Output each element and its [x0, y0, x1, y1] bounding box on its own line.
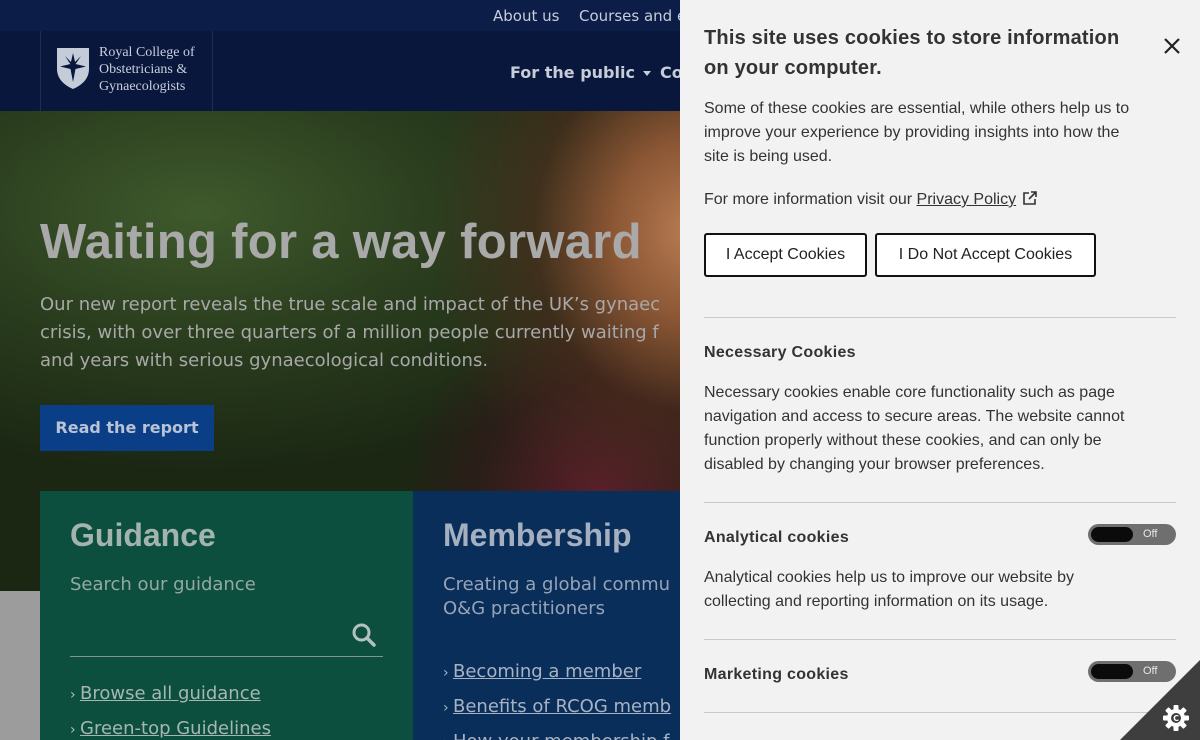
divider [704, 639, 1176, 640]
guidance-subtitle: Search our guidance [70, 574, 256, 595]
logo-line: Gynaecologists [99, 79, 186, 94]
nav-for-the-public[interactable]: For the public [510, 63, 651, 82]
hero-text-line: Our new report reveals the true scale an… [40, 294, 661, 315]
rcog-logo[interactable]: Royal College of Obstetricians & Gynaeco… [40, 31, 213, 111]
divider [704, 317, 1176, 318]
necessary-cookies-text: Necessary cookies enable core functional… [704, 381, 1174, 477]
intro-line: site is being used. [704, 148, 833, 165]
section-line: navigation and access to secure areas. T… [704, 408, 1125, 425]
hero-text: Our new report reveals the true scale an… [40, 291, 740, 375]
section-line: function properly without these cookies,… [704, 432, 1102, 449]
chevron-right-icon: › [70, 687, 76, 703]
toggle-knob [1091, 527, 1133, 542]
necessary-cookies-title: Necessary Cookies [704, 344, 856, 361]
chevron-right-icon: › [443, 726, 453, 740]
browse-all-guidance-link[interactable]: Browse all guidance [80, 683, 261, 704]
toggle-state-label: Off [1143, 528, 1158, 540]
benefits-link[interactable]: Benefits of RCOG memb [453, 696, 671, 717]
decline-cookies-button[interactable]: I Do Not Accept Cookies [875, 233, 1096, 277]
guidance-card: Guidance Search our guidance › Browse all… [40, 491, 413, 740]
guidance-search-input[interactable] [70, 656, 383, 657]
section-line: Analytical cookies help us to improve ou… [704, 569, 1074, 586]
divider [704, 502, 1176, 503]
accept-cookies-button[interactable]: I Accept Cookies [704, 233, 867, 277]
nav-label: For the public [510, 63, 635, 82]
section-line: collecting and reporting information on … [704, 593, 1049, 610]
list-item[interactable]: › Benefits of RCOG memb [443, 690, 671, 725]
caret-down-icon [642, 71, 651, 76]
hero-text-line: crisis, with over three quarters of a mi… [40, 322, 659, 343]
list-item[interactable]: ›How your membership f [443, 725, 671, 740]
gear-icon: C [1163, 705, 1189, 731]
logo-line: Obstetricians & [99, 62, 188, 77]
analytical-cookies-title: Analytical cookies [704, 529, 850, 546]
analytical-cookies-toggle[interactable]: Off [1088, 524, 1176, 545]
external-link-icon [1023, 191, 1037, 205]
becoming-member-link[interactable]: Becoming a member [453, 661, 641, 682]
chevron-right-icon: › [443, 665, 449, 681]
cookie-intro-text: Some of these cookies are essential, whi… [704, 97, 1174, 169]
logo-text: Royal College of Obstetricians & Gynaeco… [99, 44, 195, 95]
chevron-right-icon: › [70, 722, 76, 738]
read-report-button[interactable]: Read the report [40, 405, 214, 451]
title-line: on your computer. [704, 57, 882, 79]
about-us-link[interactable]: About us [493, 7, 559, 25]
how-membership-link[interactable]: How your membership f [453, 731, 670, 740]
svg-text:C: C [1173, 714, 1179, 723]
membership-links: › Becoming a member › Benefits of RCOG mem… [443, 655, 671, 740]
guidance-links: › Browse all guidance › Green-top Guidelin… [70, 677, 271, 740]
marketing-cookies-title: Marketing cookies [704, 666, 849, 683]
list-item[interactable]: › Becoming a member [443, 655, 671, 690]
logo-line: Royal College of [99, 45, 195, 60]
section-line: Necessary cookies enable core functional… [704, 384, 1115, 401]
title-line: This site uses cookies to store informat… [704, 27, 1120, 49]
chevron-right-icon: › [443, 700, 449, 716]
list-item[interactable]: › Green-top Guidelines [70, 712, 271, 740]
close-icon[interactable] [1162, 36, 1182, 56]
cookie-settings-button[interactable]: C [1120, 660, 1200, 740]
hero-title: Waiting for a way forward [40, 215, 642, 269]
cookie-consent-panel: This site uses cookies to store informat… [680, 0, 1200, 740]
intro-line: improve your experience by providing ins… [704, 124, 1120, 141]
courses-link[interactable]: Courses and e [579, 7, 686, 25]
membership-title: Membership [443, 517, 632, 553]
privacy-info: For more information visit our Privacy P… [704, 188, 1038, 212]
section-line: disabled by changing your browser prefer… [704, 456, 1045, 473]
search-icon[interactable] [351, 622, 377, 648]
intro-line: Some of these cookies are essential, whi… [704, 100, 1130, 117]
privacy-policy-link[interactable]: Privacy Policy [917, 191, 1017, 208]
list-item[interactable]: › Browse all guidance [70, 677, 271, 712]
privacy-prefix: For more information visit our [704, 191, 917, 208]
hero-text-line: and years with serious gynaecological co… [40, 350, 489, 371]
green-top-guidelines-link[interactable]: Green-top Guidelines [80, 718, 271, 739]
divider [704, 712, 1176, 713]
cookie-panel-title: This site uses cookies to store informat… [704, 23, 1134, 83]
shield-logo-icon [57, 48, 89, 89]
analytical-cookies-text: Analytical cookies help us to improve ou… [704, 566, 1174, 614]
guidance-title: Guidance [70, 517, 216, 553]
